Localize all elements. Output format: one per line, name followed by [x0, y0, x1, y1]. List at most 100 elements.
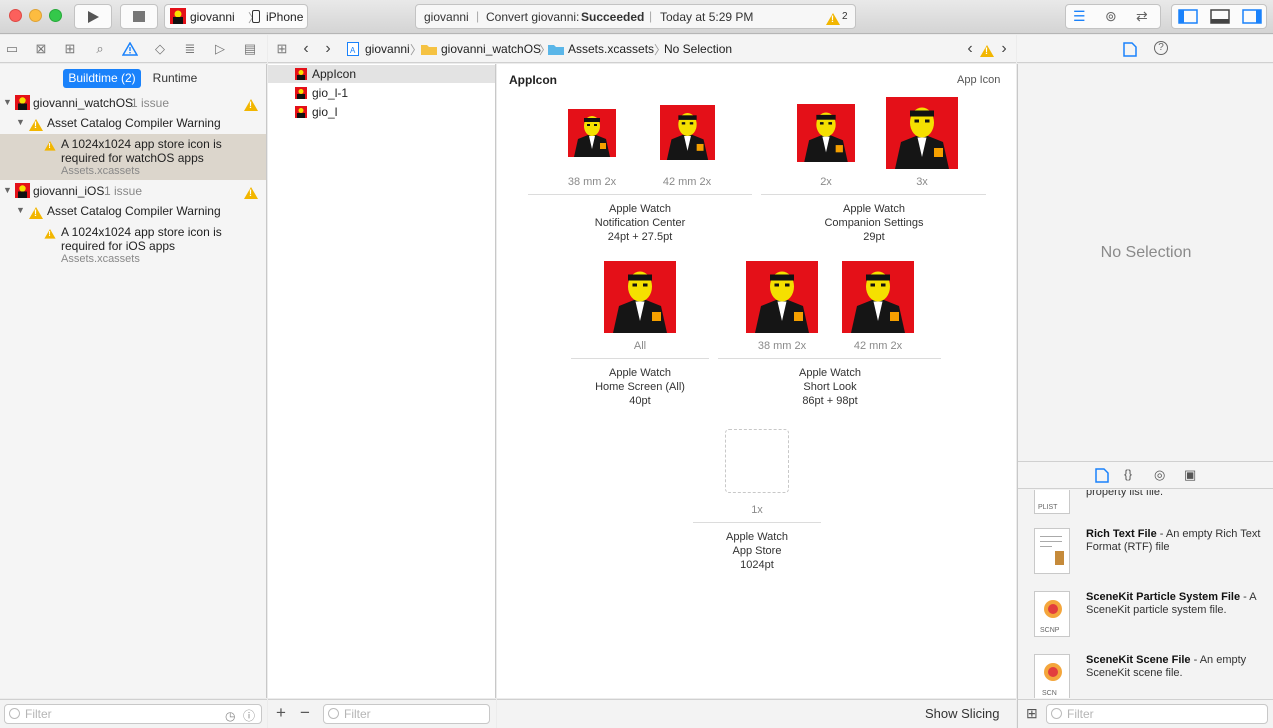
icon-slot-3x[interactable] — [886, 97, 958, 169]
symbol-navigator-icon[interactable]: ⊞ — [62, 41, 78, 57]
filter-field[interactable]: Filter ◷ ⓘ — [4, 704, 262, 724]
utilities-area: No Selection {} ◎ ▣ PLIST property list … — [1017, 64, 1273, 728]
zoom-window-button[interactable] — [49, 9, 62, 22]
asset-title: AppIcon — [509, 73, 557, 87]
forward-icon[interactable]: › — [320, 41, 336, 57]
breadcrumb-project[interactable]: giovanni — [365, 42, 410, 56]
warning-icon — [29, 117, 43, 131]
editor-mode-control: ☰ ⊚ ⇄ — [1065, 4, 1161, 29]
back-icon[interactable]: ‹ — [298, 41, 314, 57]
navigator-toggle-icon[interactable] — [1178, 9, 1198, 24]
utilities-toggle-icon[interactable] — [1242, 9, 1262, 24]
source-control-icon[interactable]: ⊠ — [33, 41, 49, 57]
code-snippet-library-icon[interactable]: {} — [1124, 467, 1132, 481]
library-item[interactable]: PLIST property list file. — [1026, 490, 1266, 524]
asset-row[interactable]: gio_l-1 — [268, 84, 495, 102]
disclosure-triangle-icon[interactable]: ▼ — [3, 97, 12, 107]
find-navigator-icon[interactable]: ⌕ — [92, 41, 108, 57]
disclosure-triangle-icon[interactable]: ▼ — [16, 205, 25, 215]
library-item-name: SceneKit Particle System File — [1086, 591, 1241, 603]
breadcrumb-selection[interactable]: No Selection — [664, 42, 732, 56]
tab-buildtime[interactable]: Buildtime (2) — [63, 69, 141, 88]
quick-help-icon[interactable]: ? — [1154, 41, 1168, 55]
asset-list-bottom-bar: + − Filter — [268, 699, 496, 728]
report-navigator-icon[interactable]: ▤ — [242, 41, 258, 57]
issue-category-row[interactable]: ▼ Asset Catalog Compiler Warning — [0, 202, 266, 220]
divider: | — [476, 9, 480, 23]
icon-slot-2x[interactable] — [797, 104, 855, 162]
empty-icon-slot-1x[interactable] — [725, 429, 789, 493]
assistant-editor-icon[interactable]: ⊚ — [1105, 8, 1117, 25]
scheme-selector[interactable]: giovanni 〉 iPhone — [164, 4, 308, 29]
media-library-icon[interactable]: ▣ — [1184, 467, 1196, 483]
show-slicing-button[interactable]: Show Slicing — [925, 706, 999, 721]
grid-view-icon[interactable]: ⊞ — [1026, 705, 1038, 722]
group-title: Apple Watch Home Screen (All) 40pt — [540, 366, 740, 408]
navigator-selector-bar: ▭ ⊠ ⊞ ⌕ ◇ ≣ ▷ ▤ — [0, 35, 267, 63]
group-title-line: 86pt + 98pt — [802, 395, 858, 407]
scenekit-scene-file-icon: SCN — [1034, 654, 1070, 698]
rtf-file-icon — [1034, 528, 1070, 574]
next-issue-icon[interactable]: › — [996, 41, 1012, 57]
issue-navigator-icon[interactable] — [121, 41, 139, 58]
icon-slot-38mm-2x[interactable] — [746, 261, 818, 333]
issue-category-row[interactable]: ▼ Asset Catalog Compiler Warning — [0, 114, 266, 132]
library-item[interactable]: Rich Text File - An empty Rich Text Form… — [1026, 524, 1266, 584]
tab-runtime[interactable]: Runtime — [145, 69, 205, 88]
warning-icon[interactable] — [980, 43, 994, 57]
library-filter-field[interactable]: Filter — [1046, 704, 1268, 724]
group-title-line: Short Look — [803, 381, 857, 393]
add-icon[interactable]: + — [276, 703, 286, 723]
errors-only-icon[interactable]: ⓘ — [243, 707, 255, 725]
filter-icon — [1051, 708, 1062, 719]
library-item-name: SceneKit Scene File — [1086, 654, 1191, 666]
file-template-library-icon[interactable] — [1095, 468, 1109, 483]
slot-label: 1x — [751, 504, 763, 516]
icon-slot-42mm-2x[interactable] — [660, 105, 715, 160]
run-button[interactable] — [74, 4, 112, 29]
file-badge: PLIST — [1038, 504, 1058, 511]
remove-icon[interactable]: − — [300, 703, 310, 723]
file-inspector-icon[interactable] — [1123, 42, 1137, 57]
group-title-line: Apple Watch — [726, 531, 788, 543]
disclosure-triangle-icon[interactable]: ▼ — [16, 117, 25, 127]
breadcrumb-catalog[interactable]: Assets.xcassets — [568, 42, 654, 56]
divider — [693, 522, 821, 523]
library-item[interactable]: SCNP SceneKit Particle System File - A S… — [1026, 587, 1266, 647]
disclosure-triangle-icon[interactable]: ▼ — [3, 185, 12, 195]
version-editor-icon[interactable]: ⇄ — [1136, 8, 1148, 25]
debug-area-toggle-icon[interactable] — [1210, 9, 1230, 24]
warning-icon[interactable] — [826, 11, 840, 25]
group-title-line: Apple Watch — [609, 203, 671, 215]
asset-row-selected[interactable]: AppIcon — [268, 65, 495, 83]
activity-viewer[interactable]: giovanni | Convert giovanni: Succeeded |… — [415, 4, 856, 29]
issue-row[interactable]: A 1024x1024 app store icon is required f… — [0, 222, 266, 268]
filter-placeholder: Filter — [1067, 707, 1094, 721]
test-navigator-icon[interactable]: ◇ — [152, 41, 168, 57]
icon-slot-42mm-2x[interactable] — [842, 261, 914, 333]
icon-slot-all[interactable] — [604, 261, 676, 333]
icon-slot-38mm-2x[interactable] — [568, 109, 616, 157]
breakpoint-navigator-icon[interactable]: ▷ — [212, 41, 228, 57]
recent-issues-icon[interactable]: ◷ — [225, 707, 235, 725]
view-toggle-control — [1171, 4, 1267, 29]
issue-group-watchos[interactable]: ▼ giovanni_watchOS 1 issue — [0, 94, 266, 112]
previous-issue-icon[interactable]: ‹ — [962, 41, 978, 57]
asset-filter-field[interactable]: Filter — [323, 704, 490, 724]
minimize-window-button[interactable] — [29, 9, 42, 22]
standard-editor-icon[interactable]: ☰ — [1073, 8, 1086, 25]
object-library-icon[interactable]: ◎ — [1154, 467, 1165, 483]
breadcrumb-target[interactable]: giovanni_watchOS — [441, 42, 541, 56]
stop-button[interactable] — [120, 4, 158, 29]
library-item[interactable]: SCN SceneKit Scene File - An empty Scene… — [1026, 650, 1266, 698]
related-items-icon[interactable]: ⊞ — [274, 41, 290, 57]
issue-row-selected[interactable]: A 1024x1024 app store icon is required f… — [0, 134, 266, 180]
filter-placeholder: Filter — [344, 707, 371, 721]
issue-navigator-filter-bar: Filter ◷ ⓘ — [0, 699, 267, 728]
issue-group-ios[interactable]: ▼ giovanni_iOS 1 issue — [0, 182, 266, 200]
divider — [528, 194, 752, 195]
debug-navigator-icon[interactable]: ≣ — [182, 41, 198, 57]
close-window-button[interactable] — [9, 9, 22, 22]
asset-row[interactable]: gio_l — [268, 103, 495, 121]
project-navigator-icon[interactable]: ▭ — [4, 41, 20, 57]
